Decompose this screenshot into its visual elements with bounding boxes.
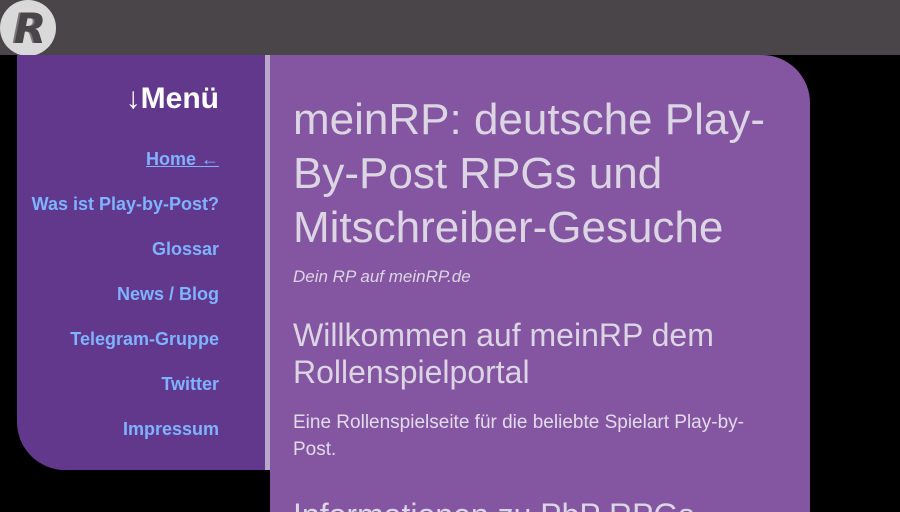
sidebar-menu: ↓Menü Home ← Was ist Play-by-Post? Gloss… [17,55,265,470]
main-content: meinRP: deutsche Play-By-Post RPGs und M… [270,55,810,512]
top-bar [0,0,900,55]
site-logo[interactable]: R [0,0,56,56]
sidebar-item-telegram: Telegram-Gruppe [32,329,219,374]
logo-letter: R [13,4,47,53]
tagline: Dein RP auf meinRP.de [293,267,471,286]
intro-text: Eine Rollenspielseite für die beliebte S… [293,412,744,460]
nav-list: Home ← Was ist Play-by-Post? Glossar New… [32,149,219,464]
nav-link-what-is-pbp[interactable]: Was ist Play-by-Post? [32,194,219,214]
page-title: meinRP: deutsche Play-By-Post RPGs und M… [293,95,765,252]
nav-link-home[interactable]: Home ← [146,149,219,169]
nav-link-news[interactable]: News / Blog [117,284,219,304]
nav-link-impressum[interactable]: Impressum [123,419,219,439]
sidebar-item-home: Home ← [32,149,219,194]
sidebar-item-twitter: Twitter [32,374,219,419]
info-heading: Informationen zu PbP RPGs [293,497,780,512]
nav-link-twitter[interactable]: Twitter [161,374,219,394]
sidebar-item-news: News / Blog [32,284,219,329]
sidebar-item-impressum: Impressum [32,419,219,464]
sidebar-item-glossary: Glossar [32,239,219,284]
menu-title[interactable]: ↓Menü [126,82,219,116]
welcome-heading: Willkommen auf meinRP dem Rollenspielpor… [293,317,714,390]
sidebar-item-what-is-pbp: Was ist Play-by-Post? [32,194,219,239]
nav-link-telegram[interactable]: Telegram-Gruppe [70,329,219,349]
nav-link-glossary[interactable]: Glossar [152,239,219,259]
